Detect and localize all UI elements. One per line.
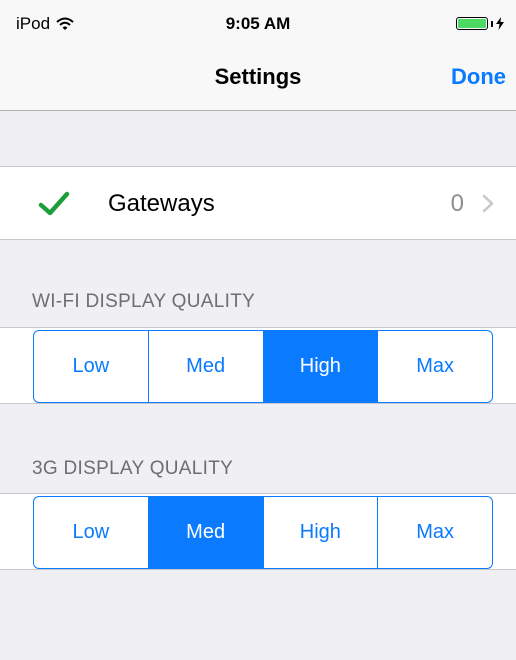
page-title: Settings (214, 64, 302, 89)
navigation-bar: Settings Done (0, 40, 516, 111)
wifi-quality-max[interactable]: Max (378, 331, 492, 402)
charging-bolt-icon (496, 17, 504, 30)
done-button[interactable]: Done (451, 64, 506, 90)
battery-icon (456, 17, 488, 30)
wifi-quality-row: Low Med High Max (0, 327, 516, 404)
wifi-quality-control: Low Med High Max (33, 330, 493, 403)
cellular-quality-row: Low Med High Max (0, 493, 516, 570)
wifi-quality-header: WI-FI DISPLAY QUALITY (32, 291, 256, 312)
wifi-quality-med[interactable]: Med (149, 331, 264, 402)
cellular-quality-header: 3G DISPLAY QUALITY (32, 458, 234, 479)
wifi-quality-low[interactable]: Low (34, 331, 149, 402)
status-time: 9:05 AM (225, 14, 291, 33)
gateways-label: Gateways (108, 190, 215, 217)
chevron-right-icon (482, 194, 494, 213)
gateways-count: 0 (450, 190, 464, 217)
cellular-quality-max[interactable]: Max (378, 497, 492, 568)
battery-level (458, 19, 486, 28)
cellular-quality-control: Low Med High Max (33, 496, 493, 569)
battery-indicator (456, 17, 504, 30)
checkmark-icon (38, 191, 70, 216)
cellular-quality-low[interactable]: Low (34, 497, 149, 568)
status-bar: iPod 9:05 AM (0, 0, 516, 40)
battery-tip (491, 20, 493, 27)
gateways-row[interactable]: Gateways 0 (0, 166, 516, 240)
wifi-quality-high[interactable]: High (263, 331, 379, 402)
cellular-quality-high[interactable]: High (264, 497, 379, 568)
cellular-quality-med[interactable]: Med (148, 497, 264, 568)
